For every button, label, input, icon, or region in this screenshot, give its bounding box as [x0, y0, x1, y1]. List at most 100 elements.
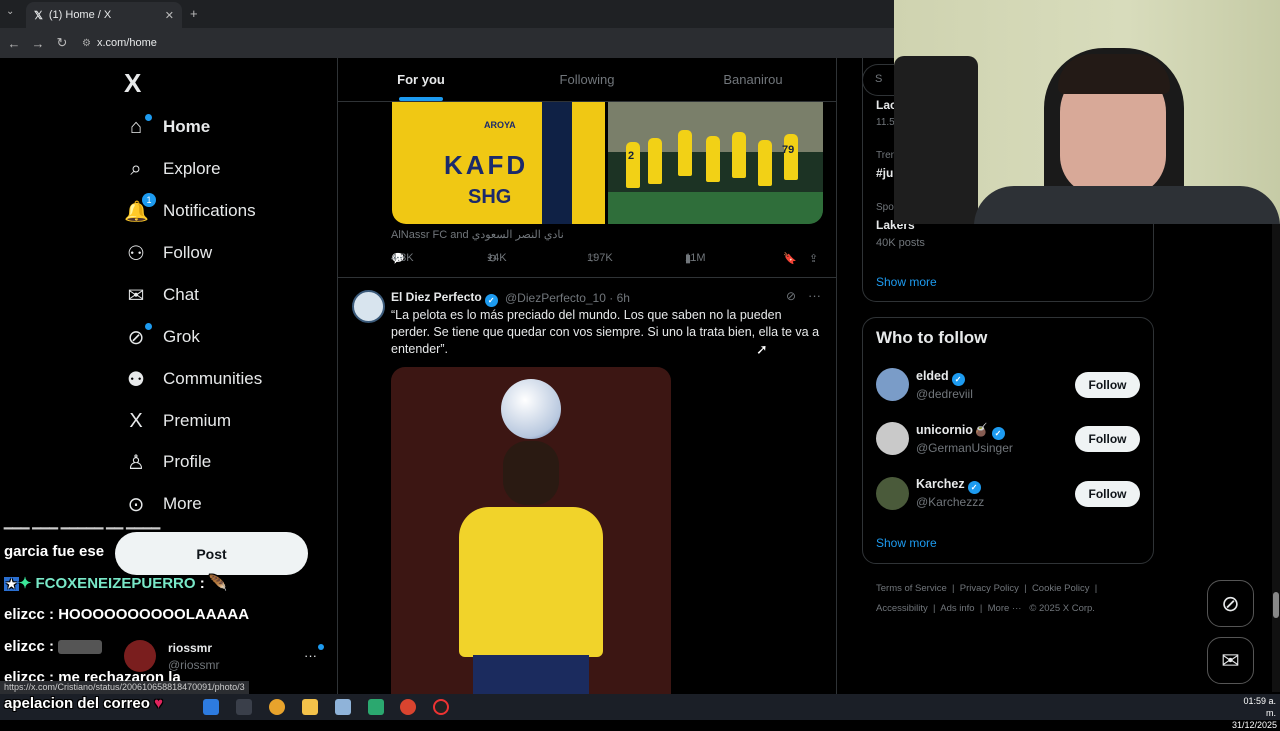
nav-item-profile[interactable]: ♙ Profile	[124, 447, 211, 477]
taskbar-app-icon[interactable]	[368, 699, 384, 715]
trend-label[interactable]: #ju	[876, 166, 893, 180]
emote-icon: 🪶	[208, 575, 228, 592]
image-caption[interactable]: AlNassr FC and نادي النصر السعودي	[391, 228, 564, 241]
folder-icon[interactable]	[302, 699, 318, 715]
taskbar	[0, 694, 1280, 720]
footer-links: Terms of Service | Privacy Policy | Cook…	[876, 583, 1098, 594]
terms-link[interactable]: Terms of Service	[876, 583, 947, 594]
player	[784, 134, 798, 180]
avatar[interactable]	[876, 422, 909, 455]
nav-item-explore[interactable]: ⌕ Explore	[124, 154, 221, 184]
more-dots-icon[interactable]: ···	[808, 288, 821, 303]
chat-line: ★ ✦ FCOXENEIZEPUERRO : 🪶	[4, 575, 228, 592]
share-icon[interactable]: ⇪	[809, 252, 818, 265]
cookie-link[interactable]: Cookie Policy	[1032, 583, 1090, 594]
scrollbar[interactable]	[1272, 224, 1280, 692]
trend-category: Spo	[876, 202, 894, 213]
nav-item-follow[interactable]: ⚇ Follow	[124, 238, 212, 268]
person-plus-icon: ⚇	[127, 242, 145, 265]
chat-line-partial: ▔▔▔ ▔▔▔ ▔▔▔▔▔ ▔▔ ▔▔▔▔	[4, 529, 161, 541]
feed-tabs: For you Following Bananirou	[338, 58, 836, 102]
author-meta: @DiezPerfecto_10 · 6h	[505, 291, 630, 305]
notification-badge: 1	[142, 192, 156, 207]
tab-list-icon[interactable]: ⌄	[6, 6, 14, 17]
obs-icon[interactable]	[433, 699, 449, 715]
more-dots-icon[interactable]: ···	[304, 648, 317, 663]
communities-icon: ⚉	[127, 368, 145, 391]
close-tab-icon[interactable]: ✕	[165, 9, 174, 22]
avatar[interactable]	[876, 477, 909, 510]
chat-line: elizcc : HOOOOOOOOOOLAAAAA	[4, 606, 250, 623]
player	[626, 142, 640, 188]
follow-name[interactable]: Karchez ✓	[916, 477, 981, 494]
site-info-icon[interactable]: ⚙	[82, 38, 91, 49]
post-image-player[interactable]	[391, 367, 671, 694]
url-field[interactable]: x.com/home	[97, 37, 157, 49]
profile-icon: ♙	[127, 451, 145, 474]
nav-item-label: Premium	[163, 411, 232, 430]
back-icon[interactable]: ←	[2, 36, 26, 51]
chrome-icon[interactable]	[400, 699, 416, 715]
armband	[542, 102, 572, 224]
system-clock[interactable]: 01:59 a. m. 31/12/2025	[1232, 695, 1277, 731]
tab-following[interactable]: Following	[504, 58, 670, 101]
taskbar-app-icon[interactable]	[236, 699, 252, 715]
avatar[interactable]	[352, 290, 385, 323]
nav-item-notifications[interactable]: 🔔 1 Notifications	[124, 192, 256, 226]
post-image-team[interactable]: 2 79	[608, 102, 823, 224]
taskbar-app-icon[interactable]	[269, 699, 285, 715]
scrollbar-thumb[interactable]	[1273, 592, 1279, 618]
show-more-link[interactable]: Show more	[876, 275, 937, 289]
follow-handle: @Karchezzz	[916, 495, 985, 509]
tab-bananirou[interactable]: Bananirou	[670, 58, 836, 101]
follow-button[interactable]: Follow	[1075, 481, 1140, 507]
nav-item-more[interactable]: ⊙ More	[124, 489, 202, 519]
nav-item-label: Home	[163, 117, 211, 136]
show-more-link[interactable]: Show more	[876, 536, 937, 550]
nav-item-label: Follow	[163, 243, 213, 262]
taskbar-app-icon[interactable]	[203, 699, 219, 715]
nav-item-grok[interactable]: ⊘ Grok	[124, 322, 200, 352]
more-link[interactable]: More ···	[988, 603, 1022, 614]
avatar[interactable]	[876, 368, 909, 401]
search-icon: S	[875, 73, 883, 85]
ads-info-link[interactable]: Ads info	[940, 603, 974, 614]
follow-handle: @dedreviil	[916, 387, 973, 401]
follow-name[interactable]: unicornio🧉 ✓	[916, 423, 1005, 440]
nav-item-label: Explore	[163, 159, 221, 178]
messages-fab-icon[interactable]: ✉	[1207, 637, 1254, 684]
nav-item-chat[interactable]: ✉ Chat	[124, 280, 199, 310]
tab-title: (1) Home / X	[48, 9, 112, 21]
nav-item-premium[interactable]: X Premium	[124, 406, 231, 436]
reload-icon[interactable]: ↻	[50, 35, 74, 51]
grok-fab-icon[interactable]: ⊘	[1207, 580, 1254, 627]
browser-tab[interactable]: 𝕏 (1) Home / X ✕	[26, 2, 182, 28]
post-image-jersey[interactable]: AROYA KAFD SHG	[392, 102, 605, 224]
follow-name[interactable]: elded ✓	[916, 369, 965, 386]
new-tab-icon[interactable]: +	[190, 6, 198, 21]
shirt	[974, 186, 1280, 224]
follow-button[interactable]: Follow	[1075, 426, 1140, 452]
nav-item-home[interactable]: ⌂ Home	[124, 112, 210, 142]
emote-icon	[58, 640, 103, 655]
author-name[interactable]: El Diez Perfecto ✓	[391, 290, 498, 307]
tab-for-you[interactable]: For you	[338, 58, 504, 101]
taskbar-app-icon[interactable]	[335, 699, 351, 715]
x-logo-icon[interactable]: X	[124, 68, 141, 99]
search-input[interactable]: S	[862, 64, 894, 96]
webcam-overlay	[894, 0, 1280, 224]
player	[706, 136, 720, 182]
status-url: https://x.com/Cristiano/status/200610658…	[0, 681, 249, 694]
ball	[501, 379, 561, 439]
x-favicon-icon: 𝕏	[34, 9, 43, 22]
follow-button[interactable]: Follow	[1075, 372, 1140, 398]
verified-badge-icon: ✓	[967, 481, 981, 494]
accessibility-link[interactable]: Accessibility	[876, 603, 928, 614]
bookmark-icon[interactable]: 🔖	[783, 252, 797, 265]
unread-dot	[318, 644, 324, 650]
privacy-link[interactable]: Privacy Policy	[960, 583, 1019, 594]
grok-icon[interactable]: ⊘	[786, 289, 796, 303]
forward-icon[interactable]: →	[26, 36, 50, 51]
nav-item-communities[interactable]: ⚉ Communities	[124, 364, 262, 394]
trend-sub: 11.5	[876, 117, 895, 128]
